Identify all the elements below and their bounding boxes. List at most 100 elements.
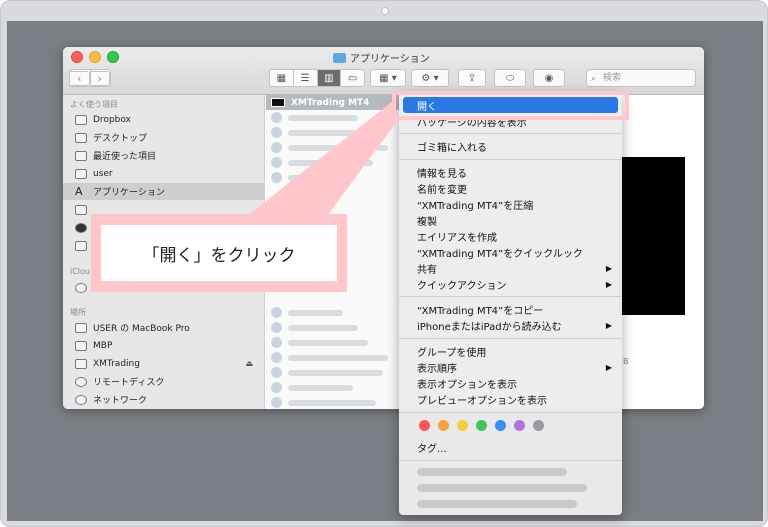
icon-view-button[interactable]: ▦ [270, 70, 294, 86]
tag-red[interactable] [419, 420, 430, 431]
column-view-button[interactable]: ▥ [317, 70, 342, 86]
sidebar-item-desktop[interactable]: デスクトップ [63, 129, 264, 146]
tag-gray[interactable] [533, 420, 544, 431]
sidebar-item-network[interactable]: ネットワーク [63, 391, 264, 408]
app-preview-image [619, 157, 685, 315]
window-title: アプリケーション [333, 50, 430, 65]
preview-size: B [623, 357, 629, 366]
sidebar-item-dropbox[interactable]: Dropbox [63, 111, 264, 128]
tag-purple[interactable] [514, 420, 525, 431]
list-item[interactable] [266, 365, 401, 380]
chevron-right-icon: › [90, 70, 110, 86]
sidebar-item-recents[interactable]: 最近使った項目 [63, 147, 264, 164]
home-icon [75, 168, 87, 179]
share-button[interactable]: ⇪ [458, 69, 486, 87]
list-item[interactable] [266, 170, 401, 185]
list-item[interactable] [266, 380, 401, 395]
tag-button[interactable]: ⬭ [494, 69, 526, 87]
close-button[interactable] [71, 51, 83, 63]
list-item[interactable] [266, 320, 401, 335]
search-field[interactable]: ⌕ 検索 [586, 69, 696, 87]
menu-item-quick-actions[interactable]: クイックアクション ▶ [399, 276, 622, 292]
share-icon: ⇪ [467, 72, 477, 84]
list-item[interactable] [266, 335, 401, 350]
view-switcher: ▦ ☰ ▥ ▭ [269, 69, 365, 87]
menu-separator [399, 296, 622, 297]
grid-icon: ▦ [379, 72, 389, 84]
menu-item-rename[interactable]: 名前を変更 [399, 180, 622, 196]
app-icon [271, 172, 282, 183]
tag-yellow[interactable] [457, 420, 468, 431]
submenu-arrow-icon: ▶ [605, 263, 612, 273]
tag-orange[interactable] [438, 420, 449, 431]
folder-icon [75, 240, 87, 251]
menu-item-tags[interactable]: タグ... [399, 439, 622, 455]
file-row-selected[interactable]: XMTrading MT4 [266, 95, 401, 110]
quicklook-button[interactable]: ◉ [533, 69, 565, 87]
folder-icon [75, 114, 87, 125]
minimize-button[interactable] [89, 51, 101, 63]
menu-separator [399, 133, 622, 134]
menu-item-copy[interactable]: “XMTrading MT4”をコピー [399, 301, 622, 317]
sidebar-item-xmtrading[interactable]: XMTrading ⏏ [63, 355, 264, 372]
submenu-arrow-icon: ▶ [605, 320, 612, 330]
nav-buttons: ‹ › [69, 69, 111, 87]
list-item[interactable] [266, 125, 401, 140]
eject-icon[interactable]: ⏏ [245, 359, 253, 368]
menu-item-view-options[interactable]: 表示オプションを表示 [399, 375, 622, 391]
submenu-arrow-icon: ▶ [605, 279, 612, 289]
search-icon: ⌕ [591, 74, 597, 84]
app-icon [271, 142, 282, 153]
menu-item-use-groups[interactable]: グループを使用 [399, 343, 622, 359]
instruction-text: 「開く」をクリック [101, 225, 337, 281]
list-item[interactable] [266, 395, 401, 409]
menu-item-trash[interactable]: ゴミ箱に入れる [399, 138, 622, 154]
sidebar-item-user[interactable]: user [63, 165, 264, 182]
laptop-icon [75, 322, 87, 333]
menu-item-import-iphone[interactable]: iPhoneまたはiPadから読み込む ▶ [399, 317, 622, 333]
list-view-button[interactable]: ☰ [294, 70, 318, 86]
sidebar-item-macbook[interactable]: USER の MacBook Pro [63, 319, 264, 336]
app-icon [271, 112, 282, 123]
app-icon [271, 307, 282, 318]
app-icon [271, 337, 282, 348]
forward-button[interactable]: › [90, 69, 111, 87]
list-item[interactable] [266, 350, 401, 365]
sidebar-item-mbp[interactable]: MBP [63, 337, 264, 354]
blurred-menu-item[interactable] [417, 484, 587, 492]
list-item[interactable] [266, 305, 401, 320]
list-item[interactable] [266, 110, 401, 125]
menu-separator [399, 412, 622, 413]
applications-icon: A [75, 185, 83, 198]
menu-separator [399, 338, 622, 339]
gear-icon: ⚙ [421, 72, 431, 84]
zoom-button[interactable] [107, 51, 119, 63]
menu-item-make-alias[interactable]: エイリアスを作成 [399, 228, 622, 244]
arrange-button[interactable]: ▦ ▾ [370, 69, 406, 87]
tag-blue[interactable] [495, 420, 506, 431]
tag-green[interactable] [476, 420, 487, 431]
disc-icon [75, 376, 87, 387]
download-icon [75, 222, 87, 233]
sidebar-item-remote-disc[interactable]: リモートディスク [63, 373, 264, 390]
menu-item-preview-options[interactable]: プレビューオプションを表示 [399, 391, 622, 407]
menu-item-quick-look[interactable]: “XMTrading MT4”をクイックルック [399, 244, 622, 260]
tag-icon: ⬭ [505, 72, 515, 84]
menu-item-get-info[interactable]: 情報を見る [399, 164, 622, 180]
back-button[interactable]: ‹ [69, 69, 91, 87]
menu-item-sort-by[interactable]: 表示順序 ▶ [399, 359, 622, 375]
blurred-menu-item[interactable] [417, 500, 577, 508]
menu-item-share[interactable]: 共有 ▶ [399, 260, 622, 276]
menu-item-duplicate[interactable]: 複製 [399, 212, 622, 228]
list-item[interactable] [266, 155, 401, 170]
blurred-menu-item[interactable] [417, 468, 567, 476]
list-item[interactable] [266, 140, 401, 155]
menu-item-compress[interactable]: “XMTrading MT4”を圧縮 [399, 196, 622, 212]
gallery-view-button[interactable]: ▭ [341, 70, 364, 86]
sidebar-item-applications[interactable]: A アプリケーション [63, 183, 264, 200]
title-bar: アプリケーション ‹ › ▦ ☰ ▥ ▭ ▦ ▾ ⚙ ▾ ⇪ ⬭ ◉ ⌕ 検索 [63, 47, 704, 95]
action-button[interactable]: ⚙ ▾ [411, 69, 449, 87]
disk-icon [75, 358, 87, 369]
app-icon [271, 397, 282, 408]
open-highlight-frame [392, 91, 629, 120]
